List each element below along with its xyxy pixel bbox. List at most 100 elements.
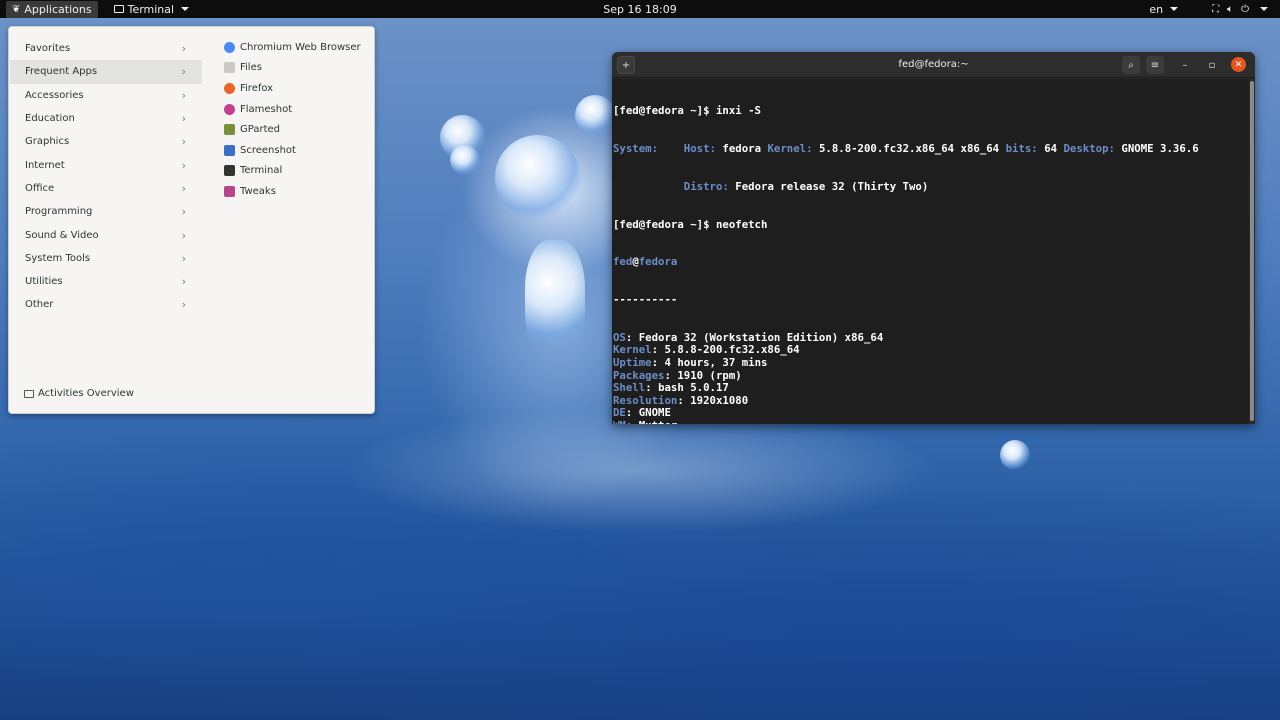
category-label: System Tools (25, 252, 91, 264)
category-label: Education (25, 113, 75, 125)
app-item[interactable]: Files (224, 58, 374, 79)
terminal-window: + fed@fedora:~ ⌕ ≡ – ▫ ✕ [fed@fedora ~]$… (612, 52, 1255, 424)
neofetch-host: fedora (638, 255, 678, 269)
close-icon: ✕ (1234, 59, 1243, 70)
activities-overview-button[interactable]: Activities Overview (24, 388, 134, 399)
category-item[interactable]: Accessories › (10, 84, 202, 107)
inxi-key: Desktop: (1063, 141, 1115, 155)
category-label: Programming (25, 206, 93, 218)
terminal-titlebar[interactable]: + fed@fedora:~ ⌕ ≡ – ▫ ✕ (612, 52, 1255, 78)
terminal-scrollbar[interactable] (1249, 79, 1255, 424)
category-item[interactable]: Favorites › (10, 37, 202, 60)
minimize-button[interactable]: – (1176, 56, 1194, 74)
category-list: Favorites › Frequent Apps › Accessories › Educ… (10, 37, 202, 317)
chevron-down-icon (181, 7, 190, 11)
firefox-icon (224, 82, 235, 94)
category-item[interactable]: Frequent Apps › (10, 60, 202, 84)
category-item[interactable]: Graphics › (10, 130, 202, 153)
app-label: Tweaks (240, 185, 276, 197)
app-label: Firefox (240, 82, 274, 94)
neofetch-key: Packages (613, 368, 665, 382)
app-item[interactable]: Firefox (224, 78, 374, 99)
applications-menu-button[interactable]: ❦ Applications (6, 0, 98, 18)
neofetch-key: Uptime (613, 356, 652, 370)
chevron-right-icon: › (181, 135, 186, 149)
chevron-down-icon (1260, 7, 1268, 11)
app-label: GParted (240, 124, 280, 136)
neofetch-value: Fedora 32 (Workstation Edition) x86_64 (638, 330, 884, 344)
close-button[interactable]: ✕ (1231, 57, 1246, 72)
category-label: Frequent Apps (25, 66, 98, 78)
search-button[interactable]: ⌕ (1122, 56, 1140, 74)
screenshot-icon (224, 144, 235, 156)
chevron-right-icon: › (181, 88, 186, 102)
app-item[interactable]: Flameshot (224, 99, 374, 120)
inxi-key: System: (613, 141, 659, 155)
neofetch-value: 4 hours, 37 mins (664, 356, 768, 370)
neofetch-key: Kernel (613, 343, 652, 357)
applications-label: Applications (24, 2, 92, 16)
clock[interactable]: Sep 16 18:09 (603, 3, 676, 16)
inxi-value: GNOME 3.36.6 (1121, 141, 1199, 155)
neofetch-key: OS (613, 330, 626, 344)
app-item[interactable]: Screenshot (224, 140, 374, 161)
hamburger-menu-button[interactable]: ≡ (1146, 56, 1164, 74)
chevron-right-icon: › (181, 251, 186, 265)
input-source-label: en (1149, 2, 1164, 16)
category-item[interactable]: Internet › (10, 153, 202, 176)
app-item[interactable]: Chromium Web Browser (224, 37, 374, 58)
inxi-key: Kernel: (767, 141, 813, 155)
category-item[interactable]: Office › (10, 177, 202, 200)
app-label: Flameshot (240, 103, 293, 115)
gparted-icon (224, 124, 235, 136)
neofetch-value: 1920x1080 (690, 393, 749, 407)
neofetch-separator: ---------- (613, 293, 678, 307)
terminal-icon (224, 165, 235, 177)
inxi-value: Fedora release 32 (Thirty Two) (735, 179, 929, 193)
neofetch-key: Shell (613, 381, 646, 395)
window-title: fed@fedora:~ (898, 59, 969, 70)
category-label: Office (25, 182, 55, 194)
terminal-line: [fed@fedora ~]$ neofetch (613, 217, 1249, 232)
terminal-line: ---------- (613, 293, 1249, 307)
prompt: [fed@fedora ~]$ (613, 217, 716, 231)
terminal-line: Resolution: 1920x1080 (613, 393, 749, 407)
category-label: Favorites (25, 43, 71, 55)
system-menu-button[interactable]: ⛶ 🔈︎ ⏻ (1206, 0, 1274, 18)
neofetch-value: bash 5.0.17 (658, 381, 729, 395)
inxi-value: fedora (722, 141, 762, 155)
category-item[interactable]: System Tools › (10, 247, 202, 270)
terminal-line: Distro: Fedora release 32 (Thirty Two) (613, 179, 1249, 194)
terminal-app-menu-button[interactable]: Terminal (108, 0, 196, 18)
category-item[interactable]: Utilities › (10, 270, 202, 293)
chevron-right-icon: › (181, 275, 186, 289)
input-source-button[interactable]: en (1143, 0, 1184, 18)
neofetch-value: GNOME (638, 406, 671, 420)
category-item[interactable]: Sound & Video › (10, 223, 202, 246)
app-item[interactable]: Terminal (224, 161, 374, 182)
chevron-right-icon: › (181, 205, 186, 219)
gnome-foot-icon: ❦ (12, 3, 21, 15)
chevron-down-icon (1170, 7, 1179, 11)
neofetch-value: Mutter (639, 419, 678, 424)
chevron-right-icon: › (181, 65, 186, 79)
app-item[interactable]: GParted (224, 119, 374, 140)
chevron-right-icon: › (181, 112, 186, 126)
app-item[interactable]: Tweaks (224, 181, 374, 202)
neofetch-value: 5.8.8-200.fc32.x86_64 (664, 343, 800, 357)
neofetch-key: Resolution (613, 393, 678, 407)
terminal-output[interactable]: [fed@fedora ~]$ inxi -S System: Host: fe… (612, 79, 1249, 424)
category-item[interactable]: Other › (10, 293, 202, 316)
scrollbar-thumb[interactable] (1250, 81, 1254, 421)
inxi-key: Host: (683, 141, 716, 155)
category-item[interactable]: Programming › (10, 200, 202, 223)
tweaks-icon (224, 185, 235, 197)
category-label: Internet (25, 159, 65, 171)
neofetch-key: DE (613, 406, 626, 420)
category-label: Graphics (25, 136, 70, 148)
maximize-button[interactable]: ▫ (1203, 56, 1221, 74)
prompt: [fed@fedora ~]$ (613, 104, 716, 118)
inxi-key: Distro: (683, 179, 729, 193)
new-tab-button[interactable]: + (617, 56, 635, 74)
category-item[interactable]: Education › (10, 107, 202, 130)
